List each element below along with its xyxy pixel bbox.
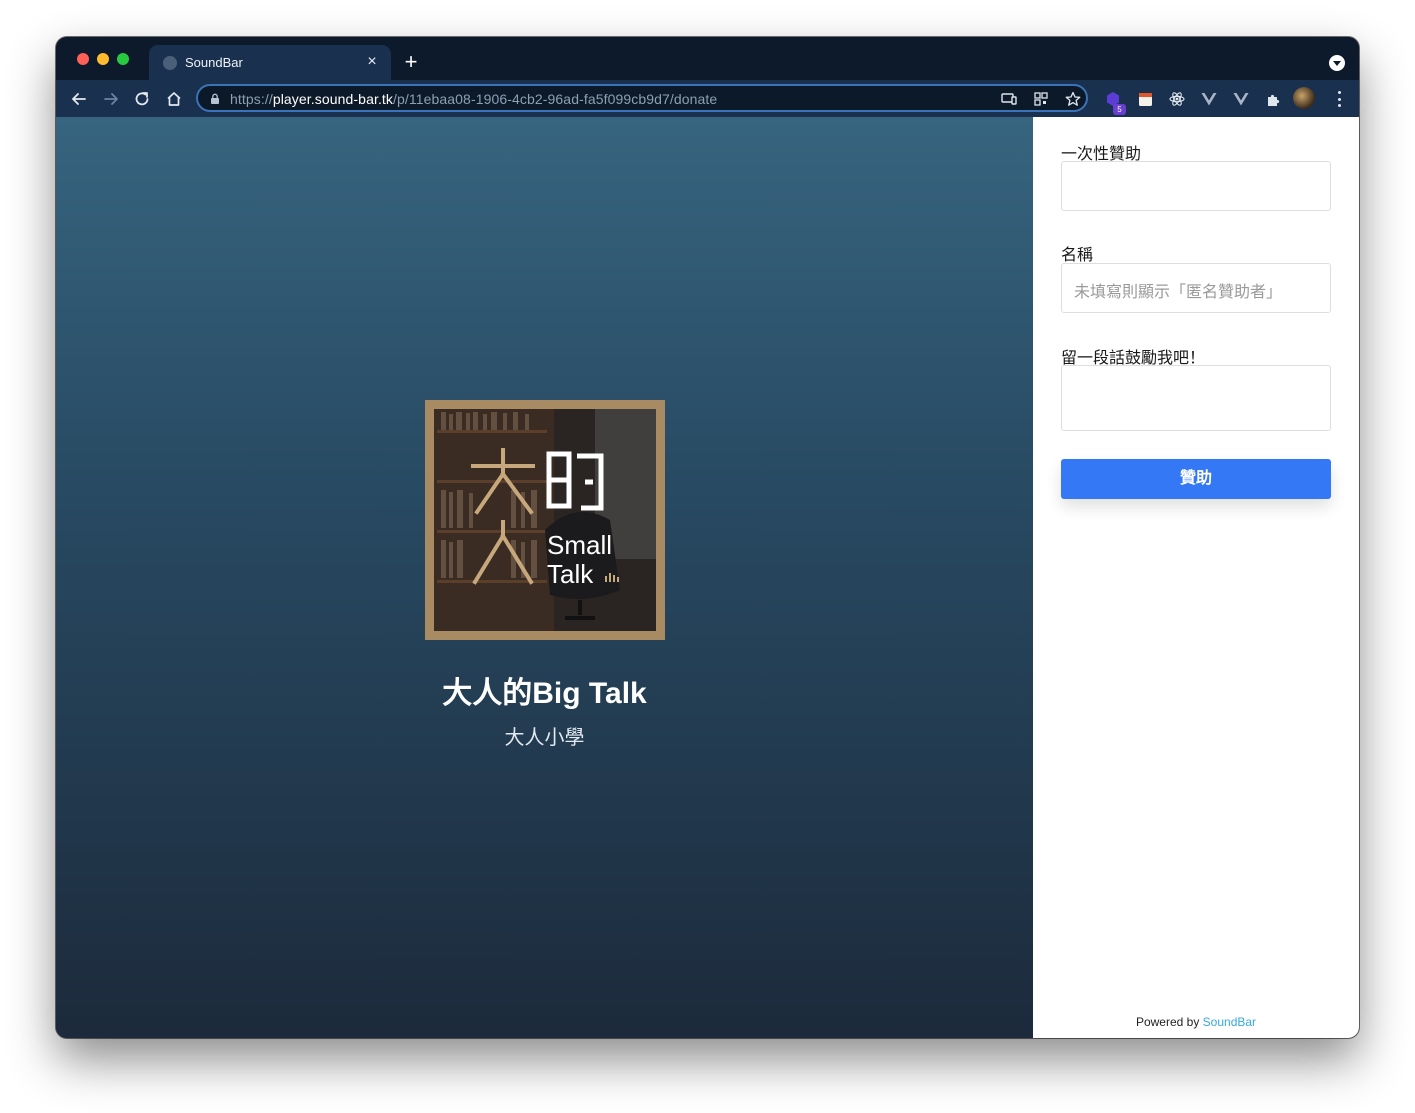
vue-devtools-icon-2[interactable]	[1231, 89, 1251, 109]
extension-badge: 5	[1113, 104, 1126, 115]
profile-avatar[interactable]	[1293, 87, 1315, 109]
qr-code-icon[interactable]	[1032, 90, 1050, 108]
browser-menu-button[interactable]	[1333, 89, 1345, 109]
podcast-title: 大人的Big Talk	[442, 677, 647, 710]
cast-icon[interactable]	[1000, 90, 1018, 108]
url-scheme: https://	[230, 91, 273, 107]
minimize-window-button[interactable]	[97, 53, 109, 65]
forward-button[interactable]	[97, 85, 125, 113]
soundbar-link[interactable]: SoundBar	[1203, 1015, 1256, 1029]
extension-calendar-icon[interactable]	[1135, 89, 1155, 109]
browser-window: SoundBar × + https://player.sound-bar.tk…	[56, 37, 1359, 1038]
menu-dot-icon	[1337, 97, 1341, 101]
podcast-cover-image: Small Talk	[425, 400, 665, 640]
back-button[interactable]	[65, 85, 93, 113]
donate-button[interactable]: 贊助	[1061, 459, 1331, 499]
reload-button[interactable]	[128, 85, 156, 113]
name-input[interactable]: 未填寫則顯示「匿名贊助者」	[1061, 263, 1331, 313]
tab-search-icon[interactable]	[1329, 55, 1345, 71]
home-button[interactable]	[160, 85, 188, 113]
url-host: player.sound-bar.tk	[272, 91, 394, 107]
arrow-right-icon	[104, 93, 118, 105]
url-path: /p/11ebaa08-1906-4cb2-96ad-fa5f099cb9d7/…	[393, 91, 718, 107]
puzzle-extensions-icon[interactable]	[1263, 89, 1283, 109]
bookmark-star-icon[interactable]	[1064, 90, 1082, 108]
tab-soundbar[interactable]: SoundBar ×	[149, 45, 391, 80]
address-bar[interactable]: https://player.sound-bar.tk/p/11ebaa08-1…	[196, 84, 1088, 112]
cover-talk-text: Talk	[547, 559, 594, 589]
name-label: 名稱	[1061, 247, 1094, 264]
powered-by-footer: Powered by SoundBar	[1033, 1015, 1359, 1029]
podcast-author: 大人小學	[504, 727, 585, 749]
arrow-left-icon	[72, 93, 86, 105]
globe-icon	[163, 56, 177, 70]
menu-dot-icon	[1337, 91, 1341, 94]
maximize-window-button[interactable]	[117, 53, 129, 65]
menu-dot-icon	[1337, 104, 1341, 107]
powered-prefix: Powered by	[1135, 1015, 1200, 1029]
podcast-hero: Small Talk 大人的Big Talk 大人小學	[56, 117, 1033, 1038]
react-devtools-icon[interactable]	[1167, 89, 1187, 109]
name-placeholder: 未填寫則顯示「匿名贊助者」	[1074, 284, 1283, 301]
vue-devtools-icon[interactable]	[1199, 89, 1219, 109]
donate-panel: 一次性贊助 名稱 未填寫則顯示「匿名贊助者」 留一段話鼓勵我吧！ 贊助 Powe…	[1033, 117, 1359, 1038]
close-window-button[interactable]	[77, 53, 89, 65]
cover-small-text: Small	[547, 530, 612, 560]
tab-title: SoundBar	[185, 55, 243, 70]
page-content: Small Talk 大人的Big Talk 大人小學 一次性贊助 名稱 未填寫…	[56, 117, 1359, 1038]
url-text: https://player.sound-bar.tk/p/11ebaa08-1…	[230, 91, 717, 107]
new-tab-button[interactable]: +	[399, 50, 423, 74]
amount-input[interactable]	[1061, 161, 1331, 211]
reload-icon	[135, 92, 149, 106]
close-tab-button[interactable]: ×	[361, 51, 383, 73]
tab-strip: SoundBar × +	[56, 37, 1359, 80]
message-textarea[interactable]	[1061, 365, 1331, 431]
browser-toolbar: https://player.sound-bar.tk/p/11ebaa08-1…	[56, 80, 1359, 117]
lock-icon	[211, 93, 219, 104]
home-icon	[167, 92, 181, 106]
